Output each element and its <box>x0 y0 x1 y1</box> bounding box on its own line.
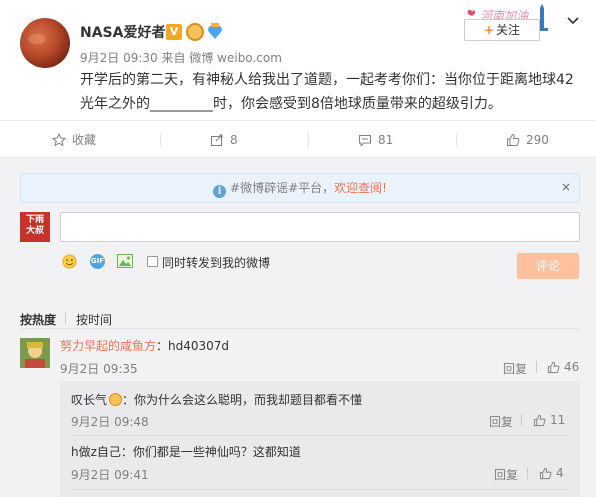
repost-checkbox-label[interactable]: 同时转发到我的微博 <box>162 254 270 271</box>
info-icon: i <box>213 185 227 198</box>
comment-like-count: 46 <box>564 360 580 374</box>
repost-button[interactable]: 8 <box>210 132 238 148</box>
reply-author[interactable]: h做z自己 <box>71 445 121 459</box>
post-source[interactable]: 微博 weibo.com <box>189 51 282 65</box>
plus-icon: + <box>483 23 495 37</box>
divider <box>536 361 537 373</box>
like-button[interactable]: 290 <box>506 132 549 148</box>
chevron-down-icon[interactable] <box>566 14 580 28</box>
comment-time: 9月2日 09:35 <box>60 362 138 376</box>
avatar-text-2: 大叔 <box>25 226 44 236</box>
reply-button[interactable]: 回复 <box>494 466 518 483</box>
divider <box>20 328 580 329</box>
verified-badge-icon: V <box>166 24 182 40</box>
like-count: 290 <box>526 133 549 147</box>
thumbs-up-icon <box>547 361 560 374</box>
reply-like-count: 11 <box>550 413 566 427</box>
comment-body: ：hd40307d <box>156 339 230 353</box>
notice-text: #微博辟谣#平台， <box>230 181 335 195</box>
divider <box>308 133 309 147</box>
comment-count: 81 <box>378 133 394 147</box>
reply-author[interactable]: 叹长气 <box>71 393 107 407</box>
via-prefix: 来自 <box>161 51 186 65</box>
avatar-text-1: 下雨 <box>25 215 44 225</box>
image-icon[interactable] <box>117 254 133 268</box>
commenter-name[interactable]: 努力早起的咸鱼方 <box>60 339 156 353</box>
reply-body: ：你们都是一些神仙吗？这都知道 <box>120 445 301 459</box>
reply-like-count: 4 <box>556 466 564 480</box>
post-date[interactable]: 9月2日 09:30 <box>80 51 158 65</box>
action-bar: 收藏 8 81 290 <box>0 120 596 158</box>
divider <box>160 133 161 147</box>
reply-like-button[interactable]: 4 <box>539 466 564 480</box>
comment-icon <box>359 135 371 147</box>
reply-button[interactable]: 回复 <box>489 413 513 430</box>
notice-link[interactable]: 欢迎查阅! <box>334 181 387 195</box>
reply-like-button[interactable]: 11 <box>533 413 565 427</box>
repost-icon <box>211 134 223 146</box>
thumbs-up-icon <box>539 467 552 480</box>
vip-badge-icon <box>109 393 123 406</box>
my-avatar[interactable]: 下雨 大叔 <box>20 212 50 242</box>
commenter-avatar[interactable] <box>20 338 50 368</box>
thumbs-up-icon <box>533 414 546 427</box>
divider <box>521 414 522 426</box>
notice-banner[interactable]: i #微博辟谣#平台，欢迎查阅! <box>20 173 580 203</box>
post-text: 开学后的第二天，有神秘人给我出了道题，一起考考你们：当你位于距离地球42光年之外… <box>80 72 574 112</box>
divider <box>70 489 570 490</box>
vip-badge-icon <box>186 23 204 41</box>
reply-time: 9月2日 09:41 <box>71 468 149 482</box>
sort-by-hot-tab[interactable]: 按热度 <box>20 311 56 328</box>
emoji-icon[interactable] <box>62 254 77 269</box>
reply-button[interactable]: 回复 <box>503 360 527 377</box>
follow-button[interactable]: + 关注 <box>464 19 540 41</box>
close-icon[interactable]: × <box>561 180 571 194</box>
reply-body: ：你为什么会这么聪明，而我却题目都看不懂 <box>122 393 363 407</box>
favorite-label: 收藏 <box>72 133 97 147</box>
sort-by-time-tab[interactable]: 按时间 <box>76 311 112 328</box>
fan-badge-icon <box>208 23 222 39</box>
comment-input[interactable] <box>60 212 580 242</box>
reply-text: 叹长气 ：你为什么会这么聪明，而我却题目都看不懂 <box>71 391 362 408</box>
divider <box>456 133 457 147</box>
post-username[interactable]: NASA爱好者 <box>80 22 165 42</box>
favorite-button[interactable]: 收藏 <box>51 132 97 148</box>
comment-button[interactable]: 81 <box>358 132 393 148</box>
reply-time: 9月2日 09:48 <box>71 415 149 429</box>
comment-like-button[interactable]: 46 <box>547 360 579 374</box>
user-avatar[interactable] <box>20 18 70 68</box>
post-meta: 9月2日 09:30 来自 微博 weibo.com <box>80 49 282 66</box>
repost-count: 8 <box>230 133 238 147</box>
divider <box>65 312 66 324</box>
comment-text: 努力早起的咸鱼方：hd40307d <box>60 337 229 354</box>
follow-label: 关注 <box>496 23 521 37</box>
divider <box>70 435 570 436</box>
gif-icon[interactable]: GIF <box>90 254 105 269</box>
repost-checkbox[interactable] <box>147 256 158 267</box>
divider <box>527 467 528 479</box>
star-icon <box>51 132 67 147</box>
reply-text: h做z自己：你们都是一些神仙吗？这都知道 <box>71 443 301 460</box>
submit-comment-button[interactable]: 评论 <box>517 253 579 279</box>
thumbs-up-icon <box>507 133 520 146</box>
